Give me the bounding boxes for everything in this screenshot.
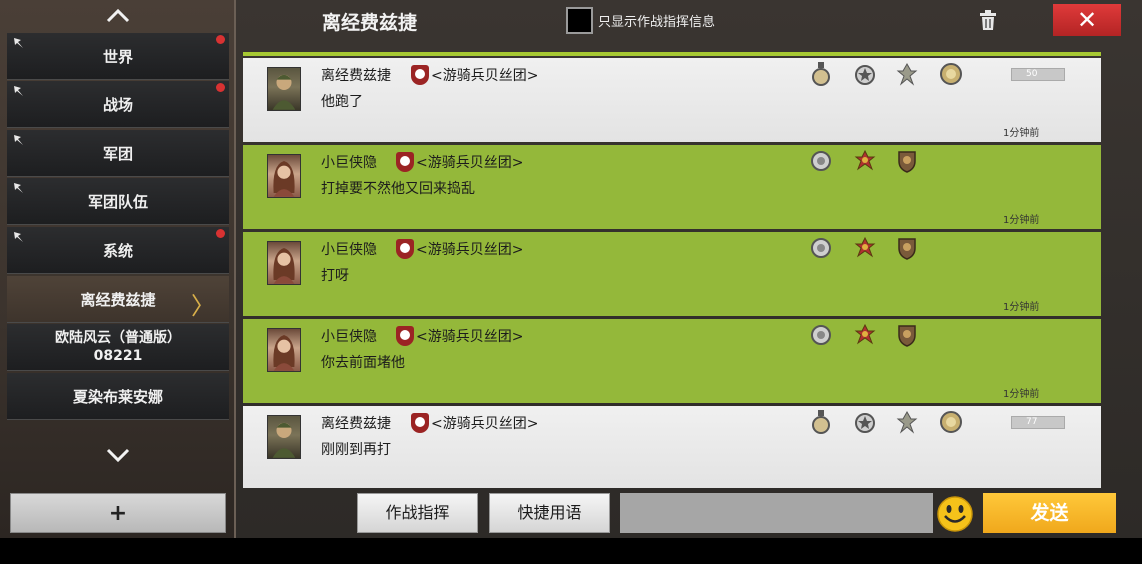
- message-row: 小巨侠隐 <游骑兵贝丝团> 打呀 1分钟前: [243, 232, 1101, 316]
- message-row: 离经费兹捷 <游骑兵贝丝团> 刚刚到再打 77: [243, 406, 1101, 488]
- sidebar-item-private-3[interactable]: 夏染布莱安娜: [7, 373, 229, 420]
- pin-icon: [14, 86, 23, 96]
- message-text: 刚刚到再打: [321, 442, 391, 458]
- message-sender[interactable]: 离经费兹捷: [321, 413, 391, 433]
- shield-medal-icon: [898, 325, 916, 347]
- medal-icon: [812, 62, 830, 86]
- sidebar-item-label: 离经费兹捷: [80, 290, 156, 309]
- legion-badge-icon: [411, 65, 429, 85]
- sidebar-item-label: 欧陆风云（普通版）: [55, 330, 181, 346]
- message-sender[interactable]: 小巨侠隐: [321, 326, 377, 346]
- message-guild[interactable]: <游骑兵贝丝团>: [416, 326, 523, 346]
- legion-badge-icon: [396, 326, 414, 346]
- message-row: 小巨侠隐 <游骑兵贝丝团> 打掉要不然他又回来捣乱 1分钟前: [243, 145, 1101, 229]
- message-guild[interactable]: <游骑兵贝丝团>: [416, 152, 523, 172]
- message-text: 他跑了: [321, 94, 363, 110]
- chat-input[interactable]: [620, 493, 933, 533]
- pin-icon: [14, 135, 23, 145]
- chat-header: 离经费兹捷 只显示作战指挥信息 ✕: [238, 0, 1142, 40]
- page-title: 离经费兹捷: [322, 12, 418, 34]
- scroll-down-icon[interactable]: [0, 443, 236, 473]
- medal-icon: [811, 238, 831, 258]
- close-button[interactable]: ✕: [1053, 4, 1121, 36]
- legion-badge-icon: [396, 152, 414, 172]
- level-bar: 77: [1011, 416, 1065, 429]
- sidebar-item-label: 军团队伍: [87, 192, 148, 211]
- message-time: 1分钟前: [1003, 215, 1040, 226]
- star-medal-icon: [855, 413, 875, 433]
- pin-icon: [14, 183, 23, 193]
- screen-bottom-bar: [0, 538, 1142, 564]
- cross-medal-icon: [854, 149, 876, 171]
- message-time: 1分钟前: [1003, 302, 1040, 313]
- message-guild[interactable]: <游骑兵贝丝团>: [431, 413, 538, 433]
- medal-icon: [812, 410, 830, 434]
- battle-command-button[interactable]: 作战指挥: [357, 493, 478, 533]
- message-sender[interactable]: 离经费兹捷: [321, 65, 391, 85]
- header-divider: [243, 52, 1101, 56]
- command-filter-checkbox[interactable]: [566, 7, 593, 34]
- pin-icon: [14, 232, 23, 242]
- message-sender[interactable]: 小巨侠隐: [321, 239, 377, 259]
- channel-sidebar: 世界 战场 军团 军团队伍 系统 离经费兹捷 〉 欧陆风云（普通版） 08221…: [0, 0, 236, 538]
- scroll-up-icon[interactable]: [0, 4, 236, 34]
- add-channel-button[interactable]: +: [10, 493, 226, 533]
- eagle-medal-icon: [896, 62, 918, 86]
- shield-medal-icon: [898, 238, 916, 260]
- avatar[interactable]: [267, 241, 301, 285]
- sidebar-item-legion-team[interactable]: 军团队伍: [7, 178, 229, 225]
- sidebar-item-label: 系统: [102, 241, 133, 260]
- emoji-icon[interactable]: [937, 496, 973, 532]
- message-row: 离经费兹捷 <游骑兵贝丝团> 他跑了 50 1分钟前: [243, 58, 1101, 142]
- message-row: 小巨侠隐 <游骑兵贝丝团> 你去前面堵他 1分钟前: [243, 319, 1101, 403]
- message-time: 1分钟前: [1003, 128, 1040, 139]
- sidebar-item-label: 战场: [102, 95, 133, 114]
- pin-icon: [14, 38, 23, 48]
- sidebar-item-label: 军团: [102, 144, 133, 163]
- legion-badge-icon: [411, 413, 429, 433]
- cross-medal-icon: [854, 323, 876, 345]
- quick-phrase-button[interactable]: 快捷用语: [489, 493, 610, 533]
- sidebar-item-legion[interactable]: 军团: [7, 130, 229, 177]
- sidebar-item-battlefield[interactable]: 战场: [7, 81, 229, 128]
- send-button[interactable]: 发送: [983, 493, 1116, 533]
- cross-medal-icon: [854, 236, 876, 258]
- message-guild[interactable]: <游骑兵贝丝团>: [431, 65, 538, 85]
- message-text: 打呀: [321, 268, 349, 284]
- sidebar-item-sublabel: 08221: [93, 348, 143, 364]
- medal-icon: [811, 325, 831, 345]
- unread-dot-icon: [216, 229, 225, 238]
- message-text: 你去前面堵他: [321, 355, 405, 371]
- message-guild[interactable]: <游骑兵贝丝团>: [416, 239, 523, 259]
- sidebar-item-private-active[interactable]: 离经费兹捷 〉: [7, 276, 229, 323]
- avatar[interactable]: [267, 415, 301, 459]
- trash-icon[interactable]: [976, 8, 1000, 32]
- star-medal-icon: [855, 65, 875, 85]
- coin-medal-icon: [940, 411, 962, 433]
- game-chat-window: 世界 战场 军团 军团队伍 系统 离经费兹捷 〉 欧陆风云（普通版） 08221…: [0, 0, 1142, 538]
- message-time: 1分钟前: [1003, 389, 1040, 400]
- legion-badge-icon: [396, 239, 414, 259]
- sidebar-item-label: 夏染布莱安娜: [72, 387, 163, 406]
- avatar[interactable]: [267, 67, 301, 111]
- command-filter-label: 只显示作战指挥信息: [598, 15, 716, 30]
- sidebar-item-system[interactable]: 系统: [7, 227, 229, 274]
- eagle-medal-icon: [896, 410, 918, 434]
- avatar[interactable]: [267, 154, 301, 198]
- unread-dot-icon: [216, 35, 225, 44]
- message-list[interactable]: 离经费兹捷 <游骑兵贝丝团> 他跑了 50 1分钟前 小巨侠隐 <游骑兵贝丝团>…: [243, 58, 1101, 488]
- message-text: 打掉要不然他又回来捣乱: [321, 181, 475, 197]
- shield-medal-icon: [898, 151, 916, 173]
- avatar[interactable]: [267, 328, 301, 372]
- sidebar-item-world[interactable]: 世界: [7, 33, 229, 80]
- level-bar: 50: [1011, 68, 1065, 81]
- unread-dot-icon: [216, 83, 225, 92]
- message-sender[interactable]: 小巨侠隐: [321, 152, 377, 172]
- medal-icon: [811, 151, 831, 171]
- coin-medal-icon: [940, 63, 962, 85]
- chevron-right-icon: 〉: [191, 292, 215, 320]
- sidebar-item-label: 世界: [102, 47, 133, 66]
- sidebar-item-private-2[interactable]: 欧陆风云（普通版） 08221: [7, 324, 229, 371]
